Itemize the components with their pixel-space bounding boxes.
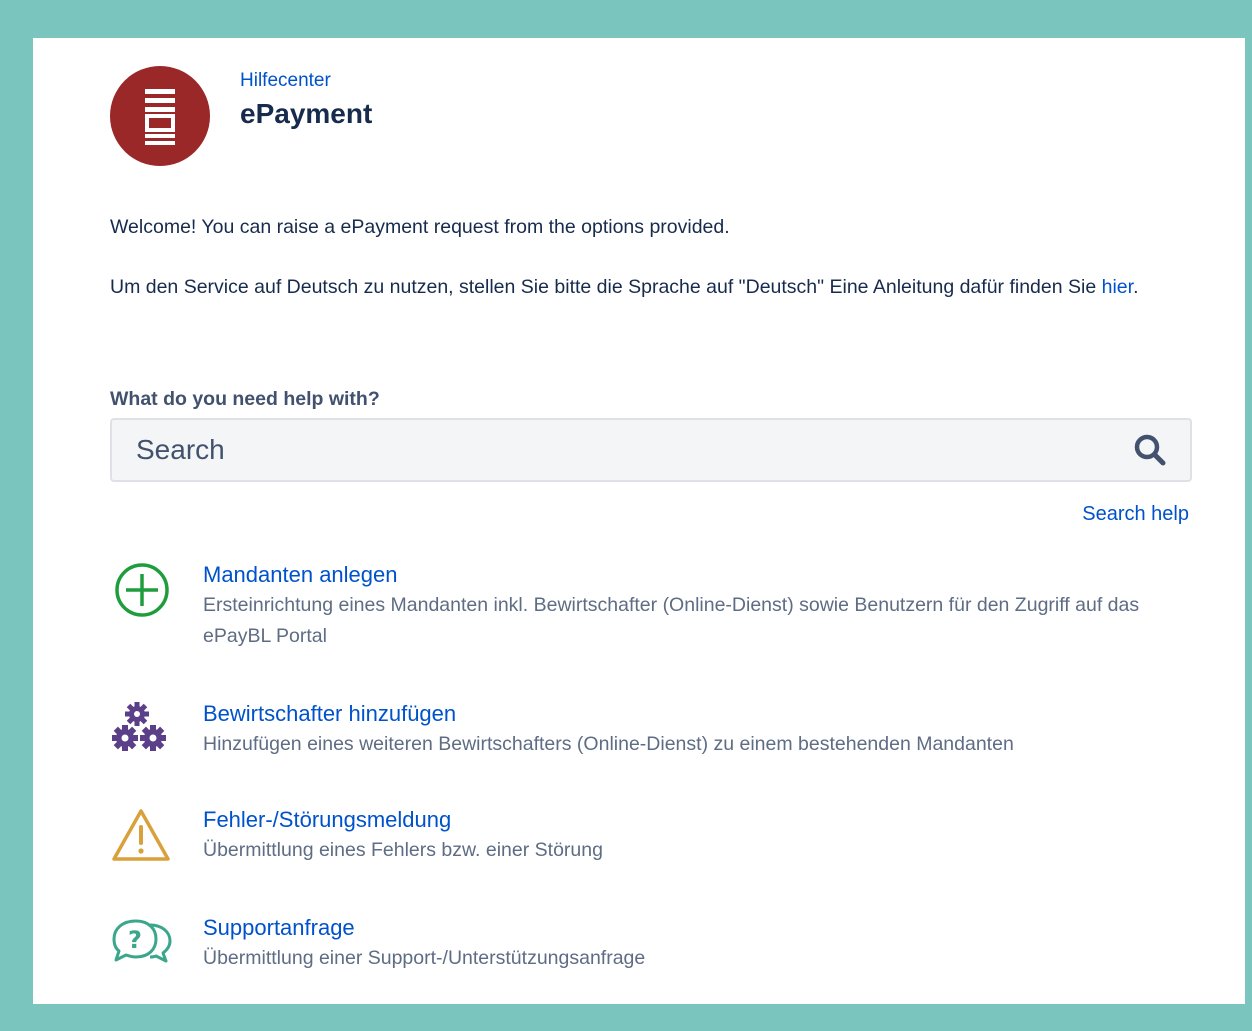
gears-icon (112, 702, 166, 751)
portal-panel: Hilfecenter ePayment Welcome! You can ra… (33, 38, 1245, 1004)
option-supportanfrage[interactable]: ? Supportanfrage Übermittlung einer Supp… (110, 913, 1188, 993)
logo-icon (145, 89, 175, 145)
svg-text:?: ? (128, 926, 142, 954)
option-title[interactable]: Fehler-/Störungsmeldung (203, 805, 1193, 835)
plus-circle-icon (115, 563, 169, 617)
option-bewirtschafter-hinzufuegen[interactable]: Bewirtschafter hinzufügen Hinzufügen ein… (110, 699, 1188, 805)
portal-header: Hilfecenter ePayment (110, 66, 372, 166)
page-title: ePayment (240, 98, 373, 129)
option-description: Übermittlung einer Support-/Unterstützun… (203, 947, 646, 969)
option-description: Übermittlung eines Fehlers bzw. einer St… (203, 839, 603, 861)
option-description: Ersteinrichtung eines Mandanten inkl. Be… (203, 594, 1140, 647)
option-title[interactable]: Supportanfrage (203, 913, 1193, 943)
language-guide-link[interactable]: hier (1102, 276, 1133, 298)
option-fehler-stoerungsmeldung[interactable]: Fehler-/Störungsmeldung Übermittlung ein… (110, 805, 1188, 913)
question-bubbles-icon: ? (112, 919, 172, 963)
option-title[interactable]: Bewirtschafter hinzufügen (203, 699, 1193, 729)
portal-logo (110, 66, 210, 166)
search-input[interactable] (112, 433, 1130, 467)
option-description: Hinzufügen eines weiteren Bewirtschafter… (203, 733, 1014, 755)
search-icon (1134, 434, 1166, 466)
search-box (110, 418, 1192, 482)
header-text: Hilfecenter ePayment (240, 70, 372, 130)
option-mandanten-anlegen[interactable]: Mandanten anlegen Ersteinrichtung eines … (110, 560, 1188, 699)
language-note-suffix: . (1133, 276, 1139, 298)
search-help-link[interactable]: Search help (1082, 503, 1189, 526)
option-title[interactable]: Mandanten anlegen (203, 560, 1193, 590)
welcome-text: Welcome! You can raise a ePayment reques… (110, 216, 730, 238)
intro-text: Welcome! You can raise a ePayment reques… (110, 212, 1200, 332)
search-label: What do you need help with? (110, 388, 380, 410)
language-note: Um den Service auf Deutsch zu nutzen, st… (110, 272, 1200, 302)
request-options-list: Mandanten anlegen Ersteinrichtung eines … (110, 560, 1188, 993)
warning-icon (112, 809, 170, 861)
search-button[interactable] (1130, 430, 1170, 470)
breadcrumb-hilfecenter[interactable]: Hilfecenter (240, 70, 372, 92)
language-note-text: Um den Service auf Deutsch zu nutzen, st… (110, 276, 1102, 298)
